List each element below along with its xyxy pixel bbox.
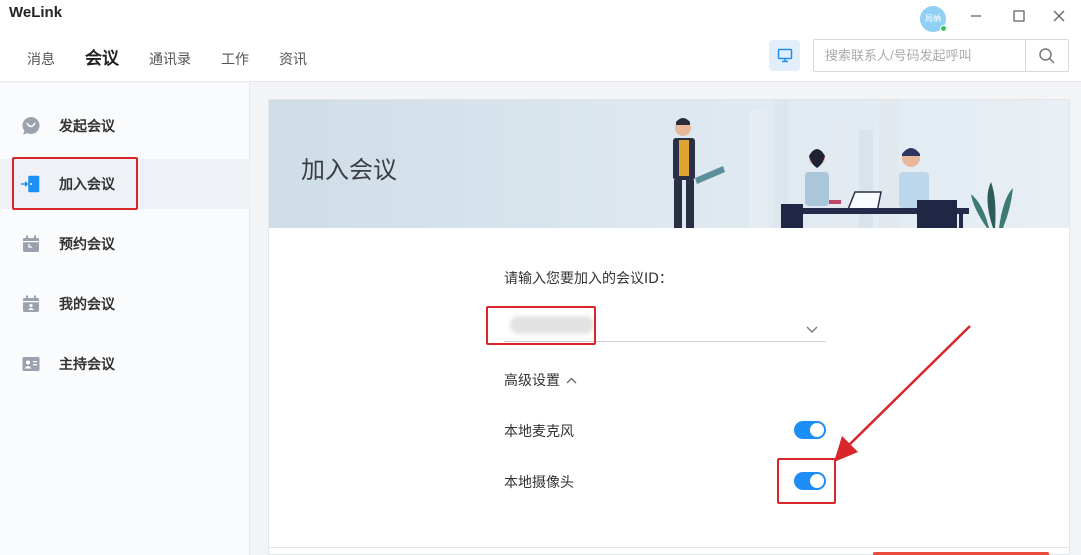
top-nav: 消息 会议 通讯录 工作 资讯 <box>27 44 337 69</box>
host-meeting-icon <box>20 353 42 375</box>
minimize-icon <box>971 15 981 17</box>
avatar[interactable]: 局纳 <box>920 6 947 32</box>
app-title: WeLink <box>9 4 63 21</box>
sidebar-item-start-meeting[interactable]: 发起会议 <box>0 101 250 151</box>
search-icon <box>1039 47 1055 64</box>
maximize-icon <box>1013 10 1025 22</box>
sidebar-item-label: 加入会议 <box>59 177 115 193</box>
avatar-text: 局纳 <box>925 14 941 23</box>
tab-contacts[interactable]: 通讯录 <box>149 49 191 69</box>
title-bar: WeLink 消息 会议 通讯录 工作 资讯 局纳 <box>0 0 1081 82</box>
sidebar-item-label: 我的会议 <box>59 297 115 313</box>
local-camera-toggle[interactable] <box>794 472 826 490</box>
my-meeting-icon <box>20 293 42 315</box>
close-icon <box>1053 10 1065 22</box>
sidebar-item-label: 预约会议 <box>59 237 115 253</box>
join-meeting-panel: 加入会议 请输入您要加入的会议ID： 高级设置 本地麦克风 本地摄像头 <box>268 99 1070 555</box>
calendar-icon <box>20 233 42 255</box>
sidebar-item-label: 发起会议 <box>59 119 115 135</box>
sidebar-item-schedule-meeting[interactable]: 预约会议 <box>0 219 250 269</box>
chevron-up-icon <box>566 377 577 383</box>
search-box <box>813 39 1069 72</box>
sidebar: 发起会议 加入会议 预约会议 我的会议 主持会议 <box>0 83 250 555</box>
history-dropdown-button[interactable] <box>806 319 818 338</box>
minimize-button[interactable] <box>966 8 986 28</box>
local-microphone-toggle[interactable] <box>794 421 826 439</box>
redacted-meeting-id <box>510 316 594 334</box>
online-status-dot <box>940 25 947 32</box>
welink-window: WeLink 消息 会议 通讯录 工作 资讯 局纳 搜索联系人/号码发起呼叫 发… <box>0 0 1081 555</box>
banner-illustration <box>673 100 1013 228</box>
join-meeting-icon <box>20 173 42 195</box>
sidebar-item-host-meeting[interactable]: 主持会议 <box>0 339 250 389</box>
tab-messages[interactable]: 消息 <box>27 49 55 69</box>
maximize-button[interactable] <box>1009 8 1029 28</box>
sidebar-item-label: 主持会议 <box>59 357 115 373</box>
sidebar-item-my-meetings[interactable]: 我的会议 <box>0 279 250 329</box>
meeting-id-field <box>504 312 826 342</box>
sidebar-item-join-meeting[interactable]: 加入会议 <box>0 159 250 209</box>
screen-share-button[interactable] <box>769 40 800 71</box>
close-button[interactable] <box>1049 8 1069 28</box>
start-meeting-icon <box>20 115 42 137</box>
tab-meetings[interactable]: 会议 <box>85 44 119 69</box>
footer-divider <box>269 547 1069 548</box>
tab-news[interactable]: 资讯 <box>279 49 307 69</box>
meeting-id-label: 请输入您要加入的会议ID： <box>504 271 673 287</box>
chevron-down-icon <box>806 326 818 333</box>
search-button[interactable] <box>1025 40 1068 71</box>
advanced-settings-label: 高级设置 <box>504 373 560 389</box>
local-camera-label: 本地摄像头 <box>504 475 574 491</box>
tab-work[interactable]: 工作 <box>221 49 249 69</box>
local-microphone-label: 本地麦克风 <box>504 424 574 440</box>
search-input[interactable] <box>814 40 1026 71</box>
advanced-settings-toggle[interactable]: 高级设置 <box>504 370 577 390</box>
banner: 加入会议 <box>269 100 1069 228</box>
monitor-icon <box>777 48 792 63</box>
